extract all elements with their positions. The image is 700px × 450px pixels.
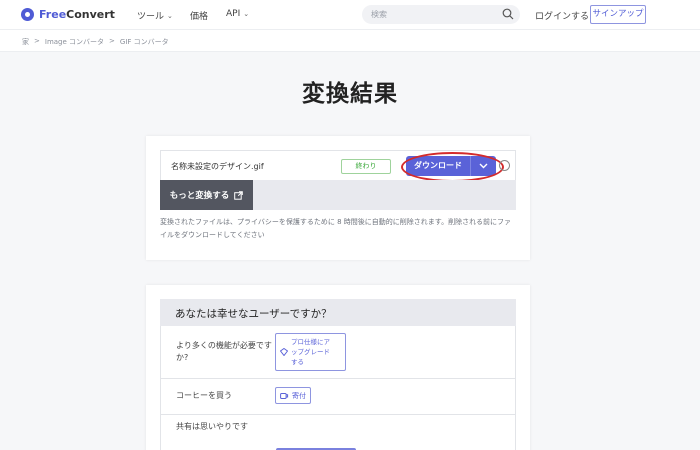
file-row: 名称未設定のデザイン.gif 終わり ダウンロード [160, 150, 516, 182]
logo-icon [21, 8, 34, 21]
logo-text: FreeConvert [39, 8, 115, 21]
chevron-down-icon: ⌄ [167, 11, 173, 20]
search-placeholder: 検索 [371, 10, 387, 19]
breadcrumb: 家 > Image コンバータ > GIF コンバータ [22, 37, 169, 47]
highlight-circle [401, 152, 504, 182]
upgrade-button-label: プロ仕様にア ップグレード する [291, 337, 330, 367]
convert-more-button[interactable]: もっと変換する [160, 180, 253, 210]
feedback-row-upgrade: より多くの機能が必要です か? プロ仕様にア ップグレード する [160, 326, 516, 379]
breadcrumb-image-converter[interactable]: Image コンバータ [45, 37, 104, 47]
feedback-card: あなたは幸せなユーザーですか？ より多くの機能が必要です か? プロ仕様にア ッ… [146, 285, 530, 450]
top-header: FreeConvert ツール ⌄ 価格 API ⌄ 検索 ログインする サインアッ… [0, 0, 700, 30]
logo[interactable]: FreeConvert [21, 8, 115, 21]
more-options-icon[interactable] [499, 160, 510, 171]
breadcrumb-bar: 家 > Image コンバータ > GIF コンバータ [0, 30, 700, 52]
feedback-row-share: 共有は思いやりです [160, 415, 516, 450]
upgrade-button-line: する [291, 358, 304, 366]
deletion-note-line: 変換されたファイルは、プライバシーを保護するために 8 時間後に自動的に削除され… [160, 218, 512, 226]
status-badge: 終わり [341, 159, 391, 174]
donate-button[interactable]: 寄付 [275, 387, 311, 404]
nav-api-label: API [226, 9, 241, 19]
file-name: 名称未設定のデザイン.gif [171, 162, 264, 171]
deletion-note: 変換されたファイルは、プライバシーを保護するために 8 時間後に自動的に削除され… [160, 216, 516, 241]
upgrade-prompt-line: か? [176, 353, 189, 362]
breadcrumb-separator: > [34, 37, 40, 45]
external-link-icon [234, 190, 244, 200]
feedback-title: あなたは幸せなユーザーですか？ [175, 308, 332, 320]
convert-more-label: もっと変換する [169, 191, 230, 201]
page-title: 変換結果 [302, 81, 398, 107]
coffee-cup-icon [280, 392, 289, 399]
diamond-icon [280, 348, 288, 356]
upgrade-button-line: プロ仕様にア [291, 338, 330, 346]
feedback-row-coffee: コーヒーを買う 寄付 [160, 379, 516, 415]
breadcrumb-gif-converter[interactable]: GIF コンバータ [120, 37, 169, 47]
chevron-down-icon: ⌄ [243, 10, 250, 18]
upgrade-prompt-line: より多くの機能が必要です [176, 341, 272, 350]
nav-pricing-label: 価格 [190, 12, 209, 22]
signup-button[interactable]: サインアップ [590, 5, 646, 24]
search-input[interactable]: 検索 [362, 5, 520, 24]
convert-more-row: もっと変換する [160, 180, 516, 210]
nav-pricing[interactable]: 価格 [190, 9, 208, 22]
deletion-note-line: イルをダウンロードしてください [160, 230, 265, 239]
nav-tools[interactable]: ツール ⌄ [137, 9, 173, 23]
breadcrumb-home[interactable]: 家 [22, 37, 29, 47]
feedback-header: あなたは幸せなユーザーですか？ [160, 299, 516, 326]
upgrade-prompt: より多くの機能が必要です か? [176, 340, 272, 364]
donate-label: 寄付 [292, 391, 306, 400]
nav-api[interactable]: API ⌄ [226, 9, 249, 19]
coffee-label: コーヒーを買う [176, 391, 232, 400]
share-label: 共有は思いやりです [176, 422, 248, 431]
nav-tools-label: ツール [137, 12, 165, 22]
search-icon[interactable] [502, 8, 514, 20]
result-card: 名称未設定のデザイン.gif 終わり ダウンロード もっと変換する 変換されたフ… [146, 136, 530, 260]
breadcrumb-separator: > [109, 37, 115, 45]
upgrade-button-line: ップグレード [291, 348, 330, 356]
upgrade-button[interactable]: プロ仕様にア ップグレード する [275, 333, 346, 371]
login-link[interactable]: ログインする [535, 9, 589, 22]
